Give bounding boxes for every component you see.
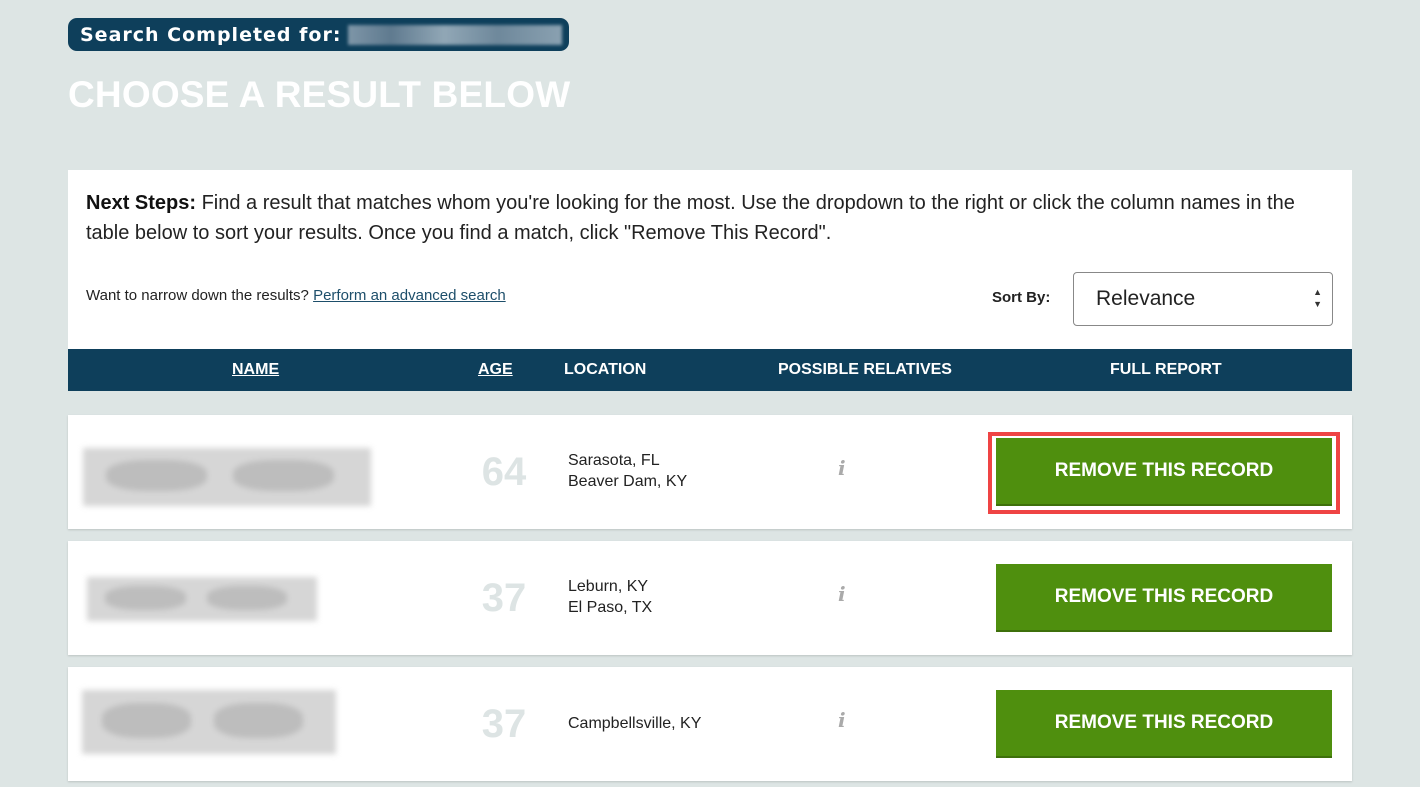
search-completed-banner: Search Completed for: — [68, 18, 569, 51]
sort-by-value: Relevance — [1096, 287, 1196, 310]
relatives-info-icon[interactable]: i — [838, 582, 846, 606]
age-value: 37 — [481, 702, 527, 746]
location-list: Leburn, KY El Paso, TX — [568, 576, 652, 618]
next-steps-heading: Next Steps: — [86, 192, 197, 214]
remove-record-button[interactable]: REMOVE THIS RECORD — [996, 438, 1332, 504]
redacted-name — [82, 690, 336, 754]
column-relatives-header: POSSIBLE RELATIVES — [778, 361, 952, 378]
location-item: El Paso, TX — [568, 599, 653, 616]
remove-record-button[interactable]: REMOVE THIS RECORD — [996, 564, 1332, 630]
location-item: Sarasota, FL — [568, 452, 660, 469]
select-arrows-icon: ▲ ▼ — [1313, 287, 1322, 309]
sort-by-select[interactable]: Relevance ▲ ▼ — [1073, 272, 1333, 326]
age-value: 37 — [481, 576, 527, 620]
column-age-header[interactable]: AGE — [478, 361, 513, 379]
redacted-name — [87, 577, 317, 621]
age-value: 64 — [481, 450, 527, 494]
narrow-results-prompt: Want to narrow down the results? — [86, 287, 309, 304]
search-completed-label: Search Completed for: — [80, 23, 342, 46]
sort-by-label: Sort By: — [992, 289, 1051, 306]
advanced-search-link[interactable]: Perform an advanced search — [313, 287, 506, 304]
redacted-search-term — [348, 25, 562, 45]
instructions-panel: Next Steps: Find a result that matches w… — [68, 170, 1352, 350]
location-list: Sarasota, FL Beaver Dam, KY — [568, 450, 687, 492]
location-item: Beaver Dam, KY — [568, 473, 688, 490]
relatives-info-icon[interactable]: i — [838, 708, 846, 732]
next-steps-body: Find a result that matches whom you're l… — [86, 192, 1295, 244]
column-location-header: LOCATION — [564, 361, 647, 378]
results-table-header: NAME AGE LOCATION POSSIBLE RELATIVES FUL… — [68, 349, 1352, 391]
narrow-results-line: Want to narrow down the results? Perform… — [86, 287, 506, 304]
location-item: Campbellsville, KY — [568, 715, 702, 732]
column-report-header: FULL REPORT — [1110, 361, 1222, 378]
location-list: Campbellsville, KY — [568, 713, 701, 734]
result-row: 37 Campbellsville, KY i REMOVE THIS RECO… — [68, 667, 1352, 781]
page-title: CHOOSE A RESULT BELOW — [68, 74, 571, 115]
next-steps-text: Next Steps: Find a result that matches w… — [86, 188, 1336, 248]
location-item: Leburn, KY — [568, 578, 649, 595]
remove-record-button[interactable]: REMOVE THIS RECORD — [996, 690, 1332, 756]
redacted-name — [83, 448, 371, 506]
result-row: 64 Sarasota, FL Beaver Dam, KY i REMOVE … — [68, 415, 1352, 529]
result-row: 37 Leburn, KY El Paso, TX i REMOVE THIS … — [68, 541, 1352, 655]
relatives-info-icon[interactable]: i — [838, 456, 846, 480]
column-name-header[interactable]: NAME — [232, 361, 279, 379]
